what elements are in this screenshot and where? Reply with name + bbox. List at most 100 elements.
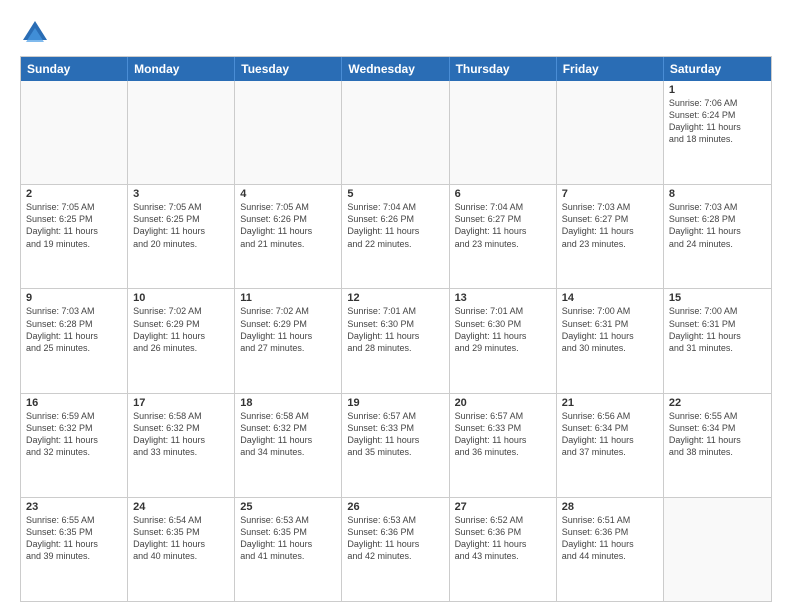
day-number-3: 3 — [133, 188, 229, 200]
day-number-5: 5 — [347, 188, 443, 200]
day-cell-15: 15Sunrise: 7:00 AM Sunset: 6:31 PM Dayli… — [664, 289, 771, 392]
day-cell-14: 14Sunrise: 7:00 AM Sunset: 6:31 PM Dayli… — [557, 289, 664, 392]
day-cell-26: 26Sunrise: 6:53 AM Sunset: 6:36 PM Dayli… — [342, 498, 449, 601]
day-number-9: 9 — [26, 292, 122, 304]
day-cell-3: 3Sunrise: 7:05 AM Sunset: 6:25 PM Daylig… — [128, 185, 235, 288]
day-cell-5: 5Sunrise: 7:04 AM Sunset: 6:26 PM Daylig… — [342, 185, 449, 288]
day-info-25: Sunrise: 6:53 AM Sunset: 6:35 PM Dayligh… — [240, 514, 336, 563]
day-cell-18: 18Sunrise: 6:58 AM Sunset: 6:32 PM Dayli… — [235, 394, 342, 497]
day-info-17: Sunrise: 6:58 AM Sunset: 6:32 PM Dayligh… — [133, 410, 229, 459]
day-number-15: 15 — [669, 292, 766, 304]
day-cell-1: 1Sunrise: 7:06 AM Sunset: 6:24 PM Daylig… — [664, 81, 771, 184]
day-number-7: 7 — [562, 188, 658, 200]
day-info-23: Sunrise: 6:55 AM Sunset: 6:35 PM Dayligh… — [26, 514, 122, 563]
day-info-21: Sunrise: 6:56 AM Sunset: 6:34 PM Dayligh… — [562, 410, 658, 459]
day-info-3: Sunrise: 7:05 AM Sunset: 6:25 PM Dayligh… — [133, 201, 229, 250]
header-day-tuesday: Tuesday — [235, 57, 342, 81]
day-cell-23: 23Sunrise: 6:55 AM Sunset: 6:35 PM Dayli… — [21, 498, 128, 601]
day-info-22: Sunrise: 6:55 AM Sunset: 6:34 PM Dayligh… — [669, 410, 766, 459]
day-cell-4: 4Sunrise: 7:05 AM Sunset: 6:26 PM Daylig… — [235, 185, 342, 288]
header-day-wednesday: Wednesday — [342, 57, 449, 81]
logo-icon — [20, 18, 50, 48]
page: SundayMondayTuesdayWednesdayThursdayFrid… — [0, 0, 792, 612]
day-cell-22: 22Sunrise: 6:55 AM Sunset: 6:34 PM Dayli… — [664, 394, 771, 497]
calendar-header: SundayMondayTuesdayWednesdayThursdayFrid… — [21, 57, 771, 81]
empty-cell-0-4 — [450, 81, 557, 184]
empty-cell-0-2 — [235, 81, 342, 184]
day-number-24: 24 — [133, 501, 229, 513]
day-cell-27: 27Sunrise: 6:52 AM Sunset: 6:36 PM Dayli… — [450, 498, 557, 601]
empty-cell-0-1 — [128, 81, 235, 184]
day-number-19: 19 — [347, 397, 443, 409]
day-number-26: 26 — [347, 501, 443, 513]
day-cell-8: 8Sunrise: 7:03 AM Sunset: 6:28 PM Daylig… — [664, 185, 771, 288]
week-row-2: 2 Sunrise: 7:05 AM Sunset: 6:25 PM Daylig… — [21, 184, 771, 288]
day-info-1: Sunrise: 7:06 AM Sunset: 6:24 PM Dayligh… — [669, 97, 766, 146]
day-info-11: Sunrise: 7:02 AM Sunset: 6:29 PM Dayligh… — [240, 305, 336, 354]
day-info-28: Sunrise: 6:51 AM Sunset: 6:36 PM Dayligh… — [562, 514, 658, 563]
day-info-12: Sunrise: 7:01 AM Sunset: 6:30 PM Dayligh… — [347, 305, 443, 354]
day-info-27: Sunrise: 6:52 AM Sunset: 6:36 PM Dayligh… — [455, 514, 551, 563]
calendar-body: 1Sunrise: 7:06 AM Sunset: 6:24 PM Daylig… — [21, 81, 771, 601]
day-cell-19: 19Sunrise: 6:57 AM Sunset: 6:33 PM Dayli… — [342, 394, 449, 497]
day-number-14: 14 — [562, 292, 658, 304]
day-info-24: Sunrise: 6:54 AM Sunset: 6:35 PM Dayligh… — [133, 514, 229, 563]
logo — [20, 18, 54, 48]
day-cell-13: 13Sunrise: 7:01 AM Sunset: 6:30 PM Dayli… — [450, 289, 557, 392]
day-number-11: 11 — [240, 292, 336, 304]
day-info-6: Sunrise: 7:04 AM Sunset: 6:27 PM Dayligh… — [455, 201, 551, 250]
day-info-7: Sunrise: 7:03 AM Sunset: 6:27 PM Dayligh… — [562, 201, 658, 250]
day-info-8: Sunrise: 7:03 AM Sunset: 6:28 PM Dayligh… — [669, 201, 766, 250]
day-info-14: Sunrise: 7:00 AM Sunset: 6:31 PM Dayligh… — [562, 305, 658, 354]
day-cell-20: 20Sunrise: 6:57 AM Sunset: 6:33 PM Dayli… — [450, 394, 557, 497]
day-cell-6: 6Sunrise: 7:04 AM Sunset: 6:27 PM Daylig… — [450, 185, 557, 288]
header-day-friday: Friday — [557, 57, 664, 81]
day-info-18: Sunrise: 6:58 AM Sunset: 6:32 PM Dayligh… — [240, 410, 336, 459]
day-number-2: 2 — [26, 188, 122, 200]
day-number-13: 13 — [455, 292, 551, 304]
empty-cell-0-5 — [557, 81, 664, 184]
day-number-23: 23 — [26, 501, 122, 513]
day-info-16: Sunrise: 6:59 AM Sunset: 6:32 PM Dayligh… — [26, 410, 122, 459]
empty-cell-4-6 — [664, 498, 771, 601]
day-cell-25: 25Sunrise: 6:53 AM Sunset: 6:35 PM Dayli… — [235, 498, 342, 601]
day-cell-11: 11Sunrise: 7:02 AM Sunset: 6:29 PM Dayli… — [235, 289, 342, 392]
day-info-15: Sunrise: 7:00 AM Sunset: 6:31 PM Dayligh… — [669, 305, 766, 354]
day-cell-28: 28Sunrise: 6:51 AM Sunset: 6:36 PM Dayli… — [557, 498, 664, 601]
day-cell-17: 17Sunrise: 6:58 AM Sunset: 6:32 PM Dayli… — [128, 394, 235, 497]
week-row-1: 1Sunrise: 7:06 AM Sunset: 6:24 PM Daylig… — [21, 81, 771, 184]
day-cell-21: 21Sunrise: 6:56 AM Sunset: 6:34 PM Dayli… — [557, 394, 664, 497]
day-number-18: 18 — [240, 397, 336, 409]
day-cell-7: 7Sunrise: 7:03 AM Sunset: 6:27 PM Daylig… — [557, 185, 664, 288]
day-number-20: 20 — [455, 397, 551, 409]
day-number-16: 16 — [26, 397, 122, 409]
day-number-17: 17 — [133, 397, 229, 409]
empty-cell-0-0 — [21, 81, 128, 184]
day-number-28: 28 — [562, 501, 658, 513]
header-day-sunday: Sunday — [21, 57, 128, 81]
day-cell-10: 10Sunrise: 7:02 AM Sunset: 6:29 PM Dayli… — [128, 289, 235, 392]
day-number-6: 6 — [455, 188, 551, 200]
week-row-4: 16Sunrise: 6:59 AM Sunset: 6:32 PM Dayli… — [21, 393, 771, 497]
header-day-monday: Monday — [128, 57, 235, 81]
week-row-5: 23Sunrise: 6:55 AM Sunset: 6:35 PM Dayli… — [21, 497, 771, 601]
day-cell-24: 24Sunrise: 6:54 AM Sunset: 6:35 PM Dayli… — [128, 498, 235, 601]
day-number-10: 10 — [133, 292, 229, 304]
calendar: SundayMondayTuesdayWednesdayThursdayFrid… — [20, 56, 772, 602]
day-number-12: 12 — [347, 292, 443, 304]
day-info-20: Sunrise: 6:57 AM Sunset: 6:33 PM Dayligh… — [455, 410, 551, 459]
day-info-10: Sunrise: 7:02 AM Sunset: 6:29 PM Dayligh… — [133, 305, 229, 354]
day-info-4: Sunrise: 7:05 AM Sunset: 6:26 PM Dayligh… — [240, 201, 336, 250]
day-cell-16: 16Sunrise: 6:59 AM Sunset: 6:32 PM Dayli… — [21, 394, 128, 497]
day-number-8: 8 — [669, 188, 766, 200]
header — [20, 18, 772, 48]
day-cell-2: 2Sunrise: 7:05 AM Sunset: 6:25 PM Daylig… — [21, 185, 128, 288]
header-day-thursday: Thursday — [450, 57, 557, 81]
header-day-saturday: Saturday — [664, 57, 771, 81]
day-number-1: 1 — [669, 84, 766, 96]
day-info-13: Sunrise: 7:01 AM Sunset: 6:30 PM Dayligh… — [455, 305, 551, 354]
day-number-27: 27 — [455, 501, 551, 513]
day-number-22: 22 — [669, 397, 766, 409]
day-info-5: Sunrise: 7:04 AM Sunset: 6:26 PM Dayligh… — [347, 201, 443, 250]
empty-cell-0-3 — [342, 81, 449, 184]
